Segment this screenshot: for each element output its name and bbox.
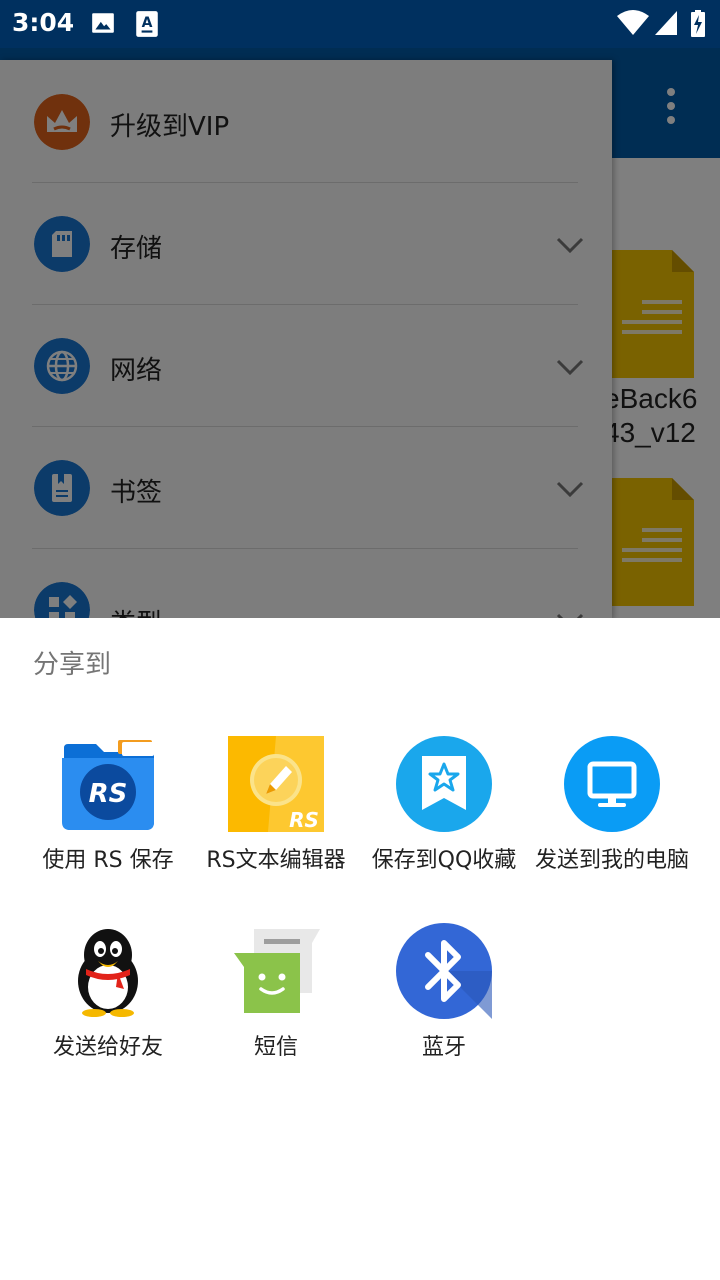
svg-text:RS: RS bbox=[289, 808, 319, 832]
wifi-icon bbox=[617, 10, 649, 35]
share-target-qq-favorites[interactable]: 保存到QQ收藏 bbox=[360, 736, 528, 916]
rs-folder-icon: RS bbox=[62, 740, 154, 830]
signal-icon bbox=[655, 11, 677, 35]
status-time: 3:04 bbox=[12, 8, 75, 37]
battery-charging-icon bbox=[691, 10, 705, 37]
share-target-my-computer[interactable]: 发送到我的电脑 bbox=[528, 736, 696, 916]
qq-favorites-icon bbox=[396, 736, 492, 832]
share-sheet: 分享到 RS 使用 RS 保存 RS RS文本编辑器 保存到QQ收藏 发送到我的… bbox=[0, 618, 720, 1280]
scrim-overlay[interactable] bbox=[0, 48, 720, 618]
share-target-label: 蓝牙 bbox=[421, 1035, 466, 1060]
bluetooth-icon bbox=[396, 923, 492, 1019]
qq-penguin-icon bbox=[78, 929, 138, 1017]
rs-text-editor-icon: RS bbox=[228, 736, 324, 832]
image-notification-icon bbox=[92, 13, 114, 33]
share-target-label: 使用 RS 保存 bbox=[42, 848, 174, 873]
share-target-sms[interactable]: 短信 bbox=[192, 923, 360, 1103]
computer-icon bbox=[564, 736, 660, 832]
share-target-label: 发送到我的电脑 bbox=[534, 848, 689, 873]
share-sheet-title: 分享到 bbox=[33, 650, 112, 680]
svg-text:A: A bbox=[142, 15, 153, 31]
font-notification-icon: A bbox=[136, 11, 158, 37]
share-target-rs-save[interactable]: RS 使用 RS 保存 bbox=[24, 736, 192, 916]
share-target-qq-friend[interactable]: 发送给好友 bbox=[24, 923, 192, 1103]
status-bar: 3:04 A bbox=[0, 0, 720, 48]
share-target-rs-text-editor[interactable]: RS RS文本编辑器 bbox=[192, 736, 360, 916]
share-target-label: 发送给好友 bbox=[52, 1035, 163, 1060]
svg-text:RS: RS bbox=[89, 779, 128, 809]
sms-icon bbox=[234, 929, 320, 1013]
share-target-label: 短信 bbox=[253, 1035, 298, 1060]
share-target-label: RS文本编辑器 bbox=[206, 848, 346, 873]
share-target-bluetooth[interactable]: 蓝牙 bbox=[360, 923, 528, 1103]
share-target-label: 保存到QQ收藏 bbox=[371, 848, 517, 873]
